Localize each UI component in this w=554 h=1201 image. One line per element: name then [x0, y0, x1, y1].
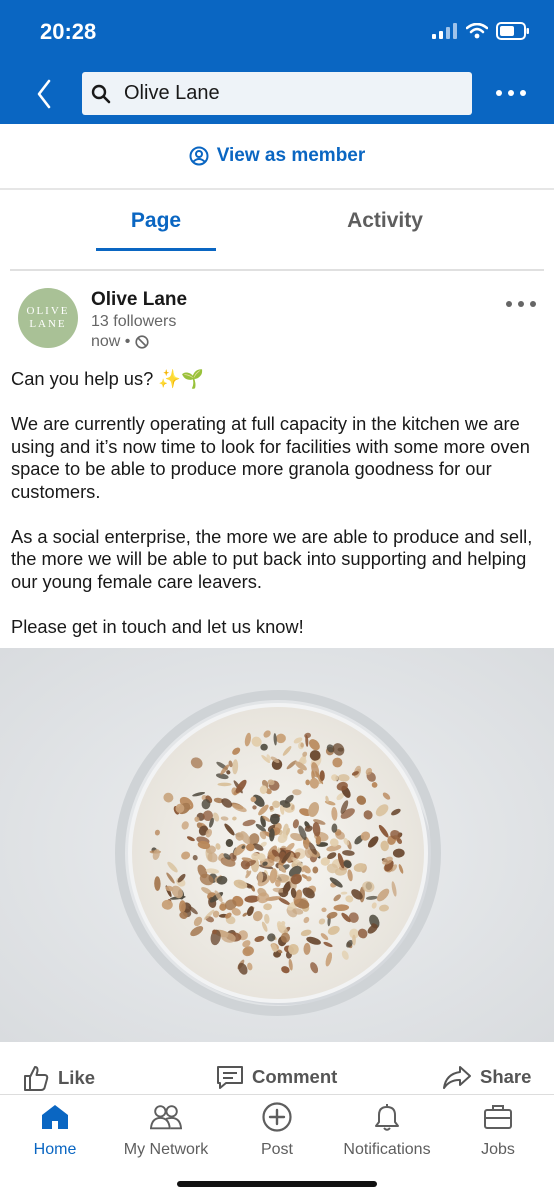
granola-piece	[217, 782, 232, 787]
nav-post-label: Post	[260, 1141, 293, 1158]
avatar-logo-line1: OLIVE	[26, 305, 70, 317]
active-tab-indicator	[96, 248, 216, 251]
nav-home-label: Home	[33, 1141, 77, 1158]
search-bar[interactable]: Olive Lane	[82, 72, 472, 115]
follower-count: 13 followers	[91, 313, 177, 330]
author-name[interactable]: Olive Lane	[91, 289, 187, 311]
globe-icon	[135, 335, 150, 349]
granola-piece	[260, 743, 268, 751]
post-actions: Like Comment Share	[0, 1042, 554, 1092]
share-button[interactable]: Share	[442, 1064, 531, 1090]
comment-button[interactable]: Comment	[216, 1064, 337, 1090]
status-icons	[432, 22, 530, 40]
nav-jobs[interactable]: Jobs	[443, 1101, 553, 1159]
post-paragraph: Can you help us? ✨🌱	[11, 368, 204, 389]
nav-post[interactable]: Post	[222, 1101, 332, 1159]
tab-page[interactable]: Page	[96, 190, 216, 252]
share-label: Share	[480, 1066, 532, 1087]
more-dot	[520, 90, 526, 96]
search-text: Olive Lane	[124, 82, 220, 104]
network-icon	[150, 1101, 182, 1133]
member-eye-icon	[189, 146, 209, 166]
like-button[interactable]: Like	[22, 1064, 95, 1092]
nav-notifications[interactable]: Notifications	[332, 1101, 442, 1159]
post-time-text: now •	[91, 333, 131, 350]
back-chevron-icon	[37, 79, 51, 109]
share-arrow-icon	[443, 1066, 471, 1089]
post-paragraph: As a social enterprise, the more we are …	[11, 525, 533, 592]
wifi-icon	[466, 23, 488, 39]
home-indicator	[177, 1181, 377, 1187]
post-more-button[interactable]	[506, 300, 536, 308]
post-timestamp: now •	[91, 333, 150, 351]
tab-activity[interactable]: Activity	[330, 190, 440, 252]
post-paragraph: Please get in touch and let us know!	[11, 615, 304, 637]
search-icon	[88, 81, 114, 107]
nav-my-network[interactable]: My Network	[111, 1101, 221, 1159]
more-dots-icon	[506, 301, 512, 307]
comment-icon	[217, 1066, 243, 1089]
back-button[interactable]	[28, 74, 60, 114]
home-icon	[39, 1101, 71, 1133]
nav-jobs-label: Jobs	[481, 1141, 515, 1158]
divider	[10, 269, 544, 271]
page-tabs: Page Activity	[0, 190, 554, 252]
more-dot	[508, 90, 514, 96]
battery-icon	[496, 22, 529, 40]
view-as-member-button[interactable]: View as member	[0, 124, 554, 190]
post-text: Can you help us? ✨🌱 We are currently ope…	[11, 368, 545, 638]
nav-home[interactable]: Home	[0, 1101, 110, 1159]
view-as-member-label: View as member	[216, 145, 366, 166]
post-plus-icon	[261, 1101, 293, 1133]
granola-piece	[300, 742, 304, 748]
post-image[interactable]	[0, 648, 554, 1042]
signal-icon	[432, 23, 457, 39]
more-dot	[530, 301, 536, 307]
more-dot	[518, 301, 524, 307]
thumbs-up-icon	[24, 1066, 49, 1091]
more-options-button[interactable]	[496, 86, 526, 100]
granola-piece	[319, 770, 325, 782]
nav-network-label: My Network	[123, 1141, 209, 1158]
nav-notifications-label: Notifications	[343, 1141, 431, 1158]
bell-icon	[371, 1101, 403, 1133]
more-dots-icon	[496, 90, 502, 96]
comment-label: Comment	[252, 1066, 338, 1087]
avatar-logo-line2: LANE	[29, 318, 67, 330]
status-time: 20:28	[40, 19, 97, 44]
briefcase-icon	[482, 1101, 514, 1133]
post-paragraph: We are currently operating at full capac…	[11, 413, 530, 502]
like-label: Like	[58, 1067, 96, 1088]
granola-bowl-photo	[0, 648, 554, 1042]
company-avatar[interactable]: OLIVE LANE	[18, 288, 78, 348]
